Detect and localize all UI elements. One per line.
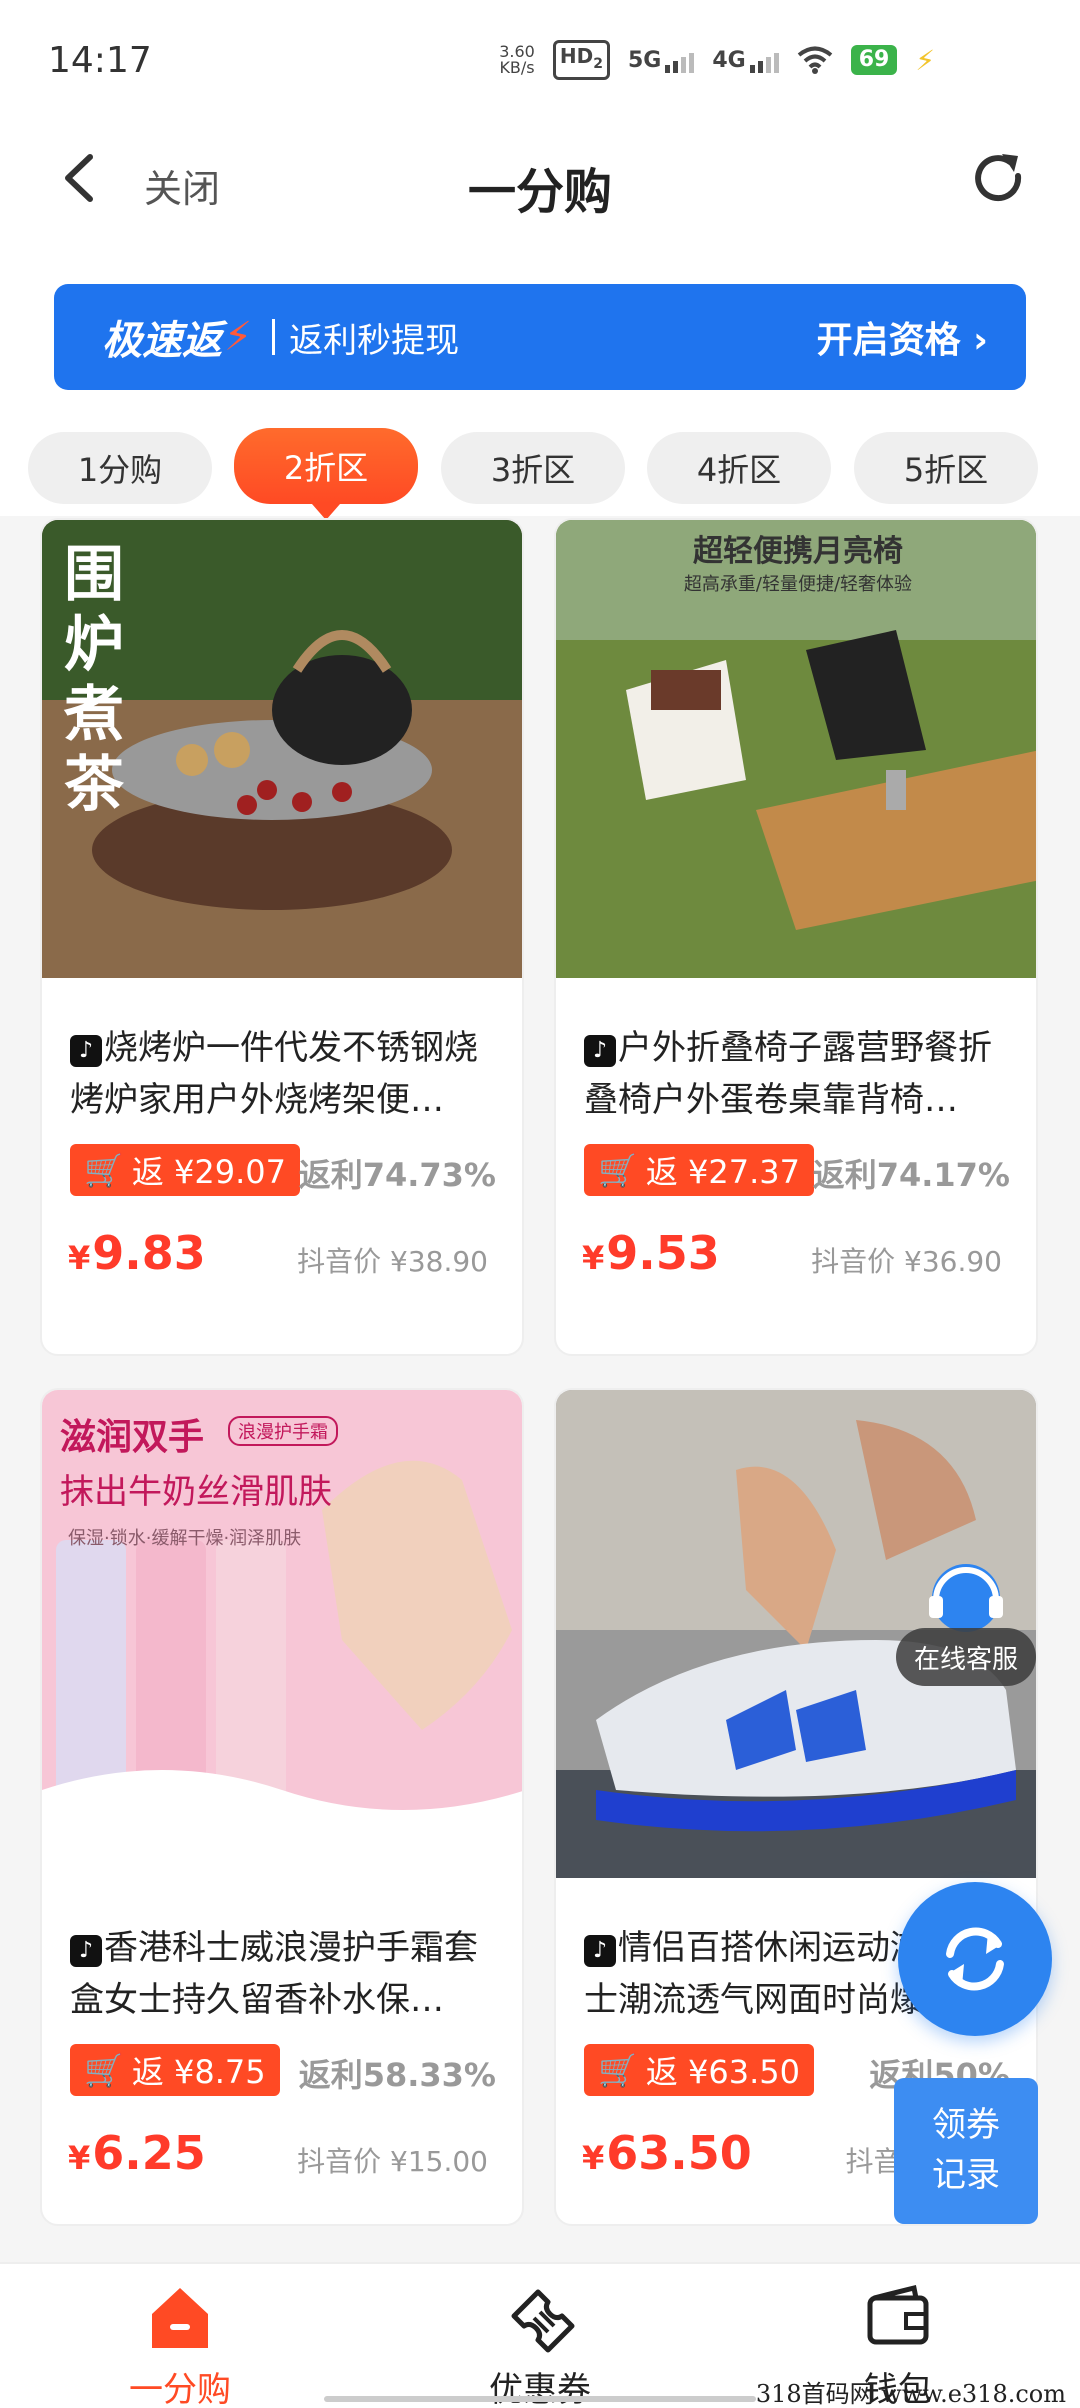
- image-caption: 围炉煮茶: [64, 540, 124, 820]
- product-card[interactable]: 围炉煮茶 ♪ 烧烤炉一件代发不锈钢烧烤炉家用户外烧烤架便… 🛒 返 ¥29.07 返…: [40, 518, 524, 1356]
- status-bar: 14:17 3.60 KB/s HD2 5G 4G 69 ⚡: [0, 0, 1080, 110]
- douyin-icon: ♪: [584, 1935, 616, 1967]
- top-header: 关闭 一分购: [0, 110, 1080, 260]
- product-price: ¥9.83: [68, 1226, 206, 1280]
- discount-tabs: 1分购 2折区 3折区 4折区 5折区: [0, 420, 1080, 520]
- signal-5g-icon: 5G: [628, 48, 695, 73]
- image-subcaption: 超高承重/轻量便捷/轻奢体验: [683, 574, 913, 595]
- product-price: ¥9.53: [582, 1226, 720, 1280]
- rebate-rate: 返利74.73%: [298, 1156, 496, 1194]
- swap-button[interactable]: [898, 1882, 1052, 2036]
- douyin-price: 抖音价 ¥38.90: [297, 1245, 488, 1278]
- refresh-button[interactable]: [966, 146, 1030, 210]
- page-title: 一分购: [467, 164, 612, 220]
- image-caption: 滋润双手: [60, 1417, 205, 1458]
- cart-icon: 🛒: [84, 2051, 124, 2089]
- network-speed: 3.60 KB/s: [499, 42, 535, 77]
- douyin-price: 抖音价 ¥36.90: [811, 1245, 1002, 1278]
- image-subcaption: 抹出牛奶丝滑肌肤: [60, 1472, 332, 1512]
- refresh-icon: [975, 154, 1022, 202]
- banner-divider: [272, 319, 276, 355]
- product-title: ♪ 户外折叠椅子露营野餐折叠椅户外蛋卷桌靠背椅…: [584, 1028, 992, 1120]
- fast-rebate-banner[interactable]: 极速返 ⚡ 返利秒提现 开启资格 ›: [54, 284, 1026, 390]
- battery-icon: 69: [850, 45, 898, 75]
- rebate-rate: 返利74.17%: [812, 1156, 1010, 1194]
- banner-subtitle: 返利秒提现: [289, 320, 460, 361]
- product-title: ♪ 烧烤炉一件代发不锈钢烧烤炉家用户外烧烤架便…: [70, 1028, 478, 1120]
- product-card[interactable]: 滋润双手 浪漫护手霜 抹出牛奶丝滑肌肤 保湿·锁水·缓解干燥·润泽肌肤 ♪ 香港科…: [40, 1388, 524, 2226]
- swap-icon: [946, 1927, 1004, 1991]
- nav-item-yifengou[interactable]: 一分购: [70, 2278, 290, 2408]
- product-price: ¥63.50: [582, 2126, 752, 2180]
- douyin-icon: ♪: [70, 1035, 102, 1067]
- rebate-badge: 🛒 返 ¥27.37: [584, 1144, 814, 1196]
- signal-4g-icon: 4G: [712, 48, 779, 73]
- enable-qualification-button[interactable]: 开启资格 ›: [817, 311, 988, 363]
- tab-2zhe[interactable]: 2折区: [234, 428, 418, 520]
- nav-label: 一分购: [129, 2370, 231, 2408]
- rebate-badge: 🛒 返 ¥63.50: [584, 2044, 814, 2096]
- rebate-rate: 返利58.33%: [298, 2056, 496, 2094]
- product-title: ♪ 香港科士威浪漫护手霜套盒女士持久留香补水保…: [70, 1928, 478, 2020]
- tab-4zhe[interactable]: 4折区: [647, 432, 831, 504]
- online-customer-service-button[interactable]: 在线客服: [896, 1556, 1036, 1690]
- product-card[interactable]: 超轻便携月亮椅 超高承重/轻量便捷/轻奢体验 ♪ 户外折叠椅子露营野餐折叠椅户外蛋…: [554, 518, 1038, 1356]
- banner-section: 极速返 ⚡ 返利秒提现 开启资格 ›: [0, 260, 1080, 420]
- product-image: 围炉煮茶: [42, 520, 522, 978]
- douyin-icon: ♪: [584, 1035, 616, 1067]
- ticket-icon: [511, 2289, 575, 2353]
- tab-5zhe[interactable]: 5折区: [854, 432, 1038, 504]
- product-price: ¥6.25: [68, 2126, 206, 2180]
- wallet-icon: [867, 2284, 929, 2345]
- watermark-text: 318首码网 www.e318.com: [755, 2380, 1066, 2408]
- home-indicator[interactable]: [324, 2396, 756, 2402]
- lightning-icon: ⚡: [224, 314, 253, 360]
- status-time: 14:17: [48, 40, 152, 81]
- tab-3zhe[interactable]: 3折区: [441, 432, 625, 504]
- tab-1fen[interactable]: 1分购: [28, 432, 212, 504]
- image-caption: 超轻便携月亮椅: [693, 534, 903, 569]
- chevron-right-icon: ›: [973, 320, 988, 361]
- hd-voice-icon: HD2: [552, 40, 610, 80]
- banner-brand: 极速返: [102, 318, 222, 364]
- douyin-icon: ♪: [70, 1935, 102, 1967]
- charging-icon: ⚡: [915, 43, 935, 77]
- cart-icon: 🛒: [598, 2051, 638, 2089]
- image-small-caption: 保湿·锁水·缓解干燥·润泽肌肤: [68, 1528, 302, 1549]
- cart-icon: 🛒: [598, 1151, 638, 1189]
- cart-icon: 🛒: [84, 1151, 124, 1189]
- image-tag: 浪漫护手霜: [228, 1416, 338, 1446]
- douyin-price: 抖音价 ¥15.00: [297, 2145, 488, 2178]
- wifi-icon: [797, 46, 832, 74]
- status-icons: 3.60 KB/s HD2 5G 4G 69 ⚡: [499, 40, 935, 80]
- product-image: 滋润双手 浪漫护手霜 抹出牛奶丝滑肌肤 保湿·锁水·缓解干燥·润泽肌肤: [42, 1390, 522, 1848]
- customer-service-label: 在线客服: [896, 1628, 1036, 1686]
- nav-item-coupon[interactable]: 优惠券: [430, 2278, 650, 2408]
- home-icon: [152, 2288, 208, 2348]
- product-image: 超轻便携月亮椅 超高承重/轻量便捷/轻奢体验: [556, 520, 1036, 978]
- rebate-badge: 🛒 返 ¥29.07: [70, 1144, 300, 1196]
- rebate-badge: 🛒 返 ¥8.75: [70, 2044, 280, 2096]
- coupon-record-button[interactable]: 领券 记录: [894, 2078, 1038, 2224]
